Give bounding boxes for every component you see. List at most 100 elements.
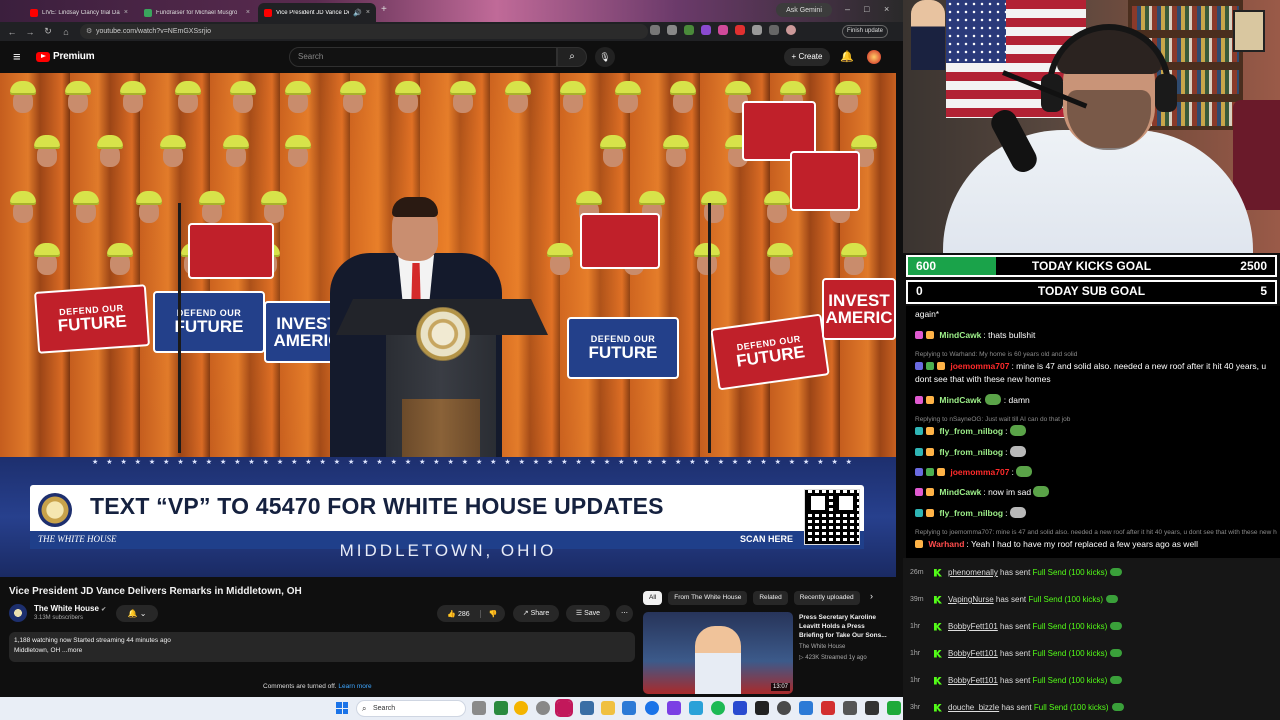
recommended-video-thumbnail[interactable]: 13:07 [643,612,793,694]
obs-icon[interactable] [555,699,573,717]
sub-badge-icon [926,448,934,456]
hardhat [694,243,720,257]
alert-username[interactable]: BobbyFett101 [948,676,998,685]
alert-username[interactable]: VapingNurse [948,595,994,604]
install-icon[interactable] [650,25,660,35]
site-info-icon[interactable]: ⚙ [86,24,92,39]
taskbar-search[interactable]: ⌕ Search [356,700,466,717]
hardhat [547,243,574,257]
chat-username[interactable]: fly_from_nilbog [939,447,1003,457]
file-explorer-icon[interactable] [601,701,615,715]
alert-username[interactable]: BobbyFett101 [948,649,998,658]
url-bar[interactable]: ⚙ youtube.com/watch?v=NEmGXSsrjio [80,24,648,39]
forward-button[interactable]: → [21,27,39,37]
chat-username[interactable]: fly_from_nilbog [939,508,1003,518]
close-tab-icon[interactable]: × [366,9,370,16]
extension-icon[interactable] [735,25,745,35]
extensions-puzzle-icon[interactable] [752,25,762,35]
app-icon[interactable] [865,701,879,715]
share-button[interactable]: ↗ Share [513,605,559,622]
close-tab-icon[interactable]: × [124,9,128,16]
sub-badge-icon [926,396,934,404]
subscription-bell-button[interactable]: 🔔 ⌄ [116,605,158,622]
chips-next-chevron-icon[interactable]: › [870,591,873,601]
recommended-video-title[interactable]: Press Secretary Karoline Leavitt Holds a… [799,613,891,640]
recommended-channel[interactable]: The White House [799,644,845,650]
search-button[interactable]: ⌕ [557,47,587,67]
maximize-button[interactable]: □ [864,4,869,14]
spotify-icon[interactable] [711,701,725,715]
chat-username[interactable]: fly_from_nilbog [939,426,1003,436]
youtube-logo[interactable]: Premium [36,51,95,62]
bookmark-star-icon[interactable] [667,25,677,35]
alert-username[interactable]: BobbyFett101 [948,622,998,631]
chip-all[interactable]: All [643,591,663,605]
save-button[interactable]: ☰ Save [566,605,610,622]
start-button[interactable] [336,702,348,714]
learn-more-link[interactable]: Learn more [338,683,371,690]
app-icon[interactable] [622,701,636,715]
description-box[interactable]: 1,188 watching now Started streaming 44 … [9,632,635,662]
app-icon[interactable] [733,701,747,715]
search-input[interactable]: Search [289,47,557,67]
alert-username[interactable]: douche_bizzle [948,703,999,712]
chat-username[interactable]: MindCawk [939,330,981,340]
tab-lindsay-clancy[interactable]: LIVE: Lindsay Clancy trial Day 1 × [24,3,134,22]
extension-icon[interactable] [684,25,694,35]
task-view-icon[interactable] [472,701,486,715]
chat-username[interactable]: MindCawk [939,395,981,405]
account-avatar[interactable] [867,50,881,64]
menu-hamburger-icon[interactable]: ≡ [13,50,21,63]
app-icon[interactable] [887,701,901,715]
ask-gemini-button[interactable]: Ask Gemini [776,3,832,17]
finish-update-button[interactable]: Finish update [842,25,888,38]
chip-from-channel[interactable]: From The White House [668,591,748,605]
notifications-bell-icon[interactable]: 🔔 [840,50,854,63]
app-icon[interactable] [536,701,550,715]
audio-playing-icon[interactable]: 🔊 [353,9,362,17]
reload-button[interactable]: ↻ [39,26,57,37]
edge-icon[interactable] [645,701,659,715]
tab-fundraiser[interactable]: Fundraiser for Michael Musgro × [138,3,256,22]
chrome-icon[interactable] [514,701,528,715]
chat-fragment: again* [915,309,940,319]
minimize-button[interactable]: – [845,4,850,14]
extension-icon[interactable] [718,25,728,35]
home-button[interactable]: ⌂ [57,27,75,37]
channel-avatar[interactable] [9,604,27,622]
more-actions-button[interactable]: ⋯ [616,605,633,622]
tab-title: Vice President JD Vance De [276,9,350,16]
chat-username[interactable]: Warhand [928,539,964,549]
back-button[interactable]: ← [3,27,21,37]
chat-username[interactable]: joemomma707 [950,467,1009,477]
close-window-button[interactable]: × [884,4,889,14]
app-icon[interactable] [821,701,835,715]
create-button[interactable]: + Create [784,48,830,66]
video-player[interactable]: DEFEND OUR FUTURE DEFEND OUR FUTURE INVE… [0,73,896,577]
chip-recently-uploaded[interactable]: Recently uploaded [793,591,860,605]
voice-search-button[interactable]: 🎙 [595,47,615,67]
chat-username[interactable]: MindCawk [939,487,981,497]
new-tab-button[interactable]: + [381,4,387,15]
app-icon[interactable] [689,701,703,715]
alert-username[interactable]: phenomenally [948,568,998,577]
app-icon[interactable] [494,701,508,715]
dislike-button[interactable]: 👎 [481,610,505,618]
like-button[interactable]: 👍 286 [437,609,481,618]
app-icon[interactable] [799,701,813,715]
side-panel-icon[interactable] [769,25,779,35]
tab-vance-video[interactable]: Vice President JD Vance De 🔊 × [258,3,376,22]
app-icon[interactable] [843,701,857,715]
close-tab-icon[interactable]: × [246,9,250,16]
channel-name[interactable]: The White House ✔ [34,604,106,613]
app-icon[interactable] [777,701,791,715]
chat-text: : damn [1003,395,1030,405]
app-icon[interactable] [755,701,769,715]
chip-related[interactable]: Related [753,591,788,605]
app-icon[interactable] [580,701,594,715]
chat-username[interactable]: joemomma707 [950,361,1009,371]
profile-avatar-icon[interactable] [786,25,796,35]
app-icon[interactable] [667,701,681,715]
tab-title: LIVE: Lindsay Clancy trial Day 1 [42,9,120,16]
extension-icon[interactable] [701,25,711,35]
